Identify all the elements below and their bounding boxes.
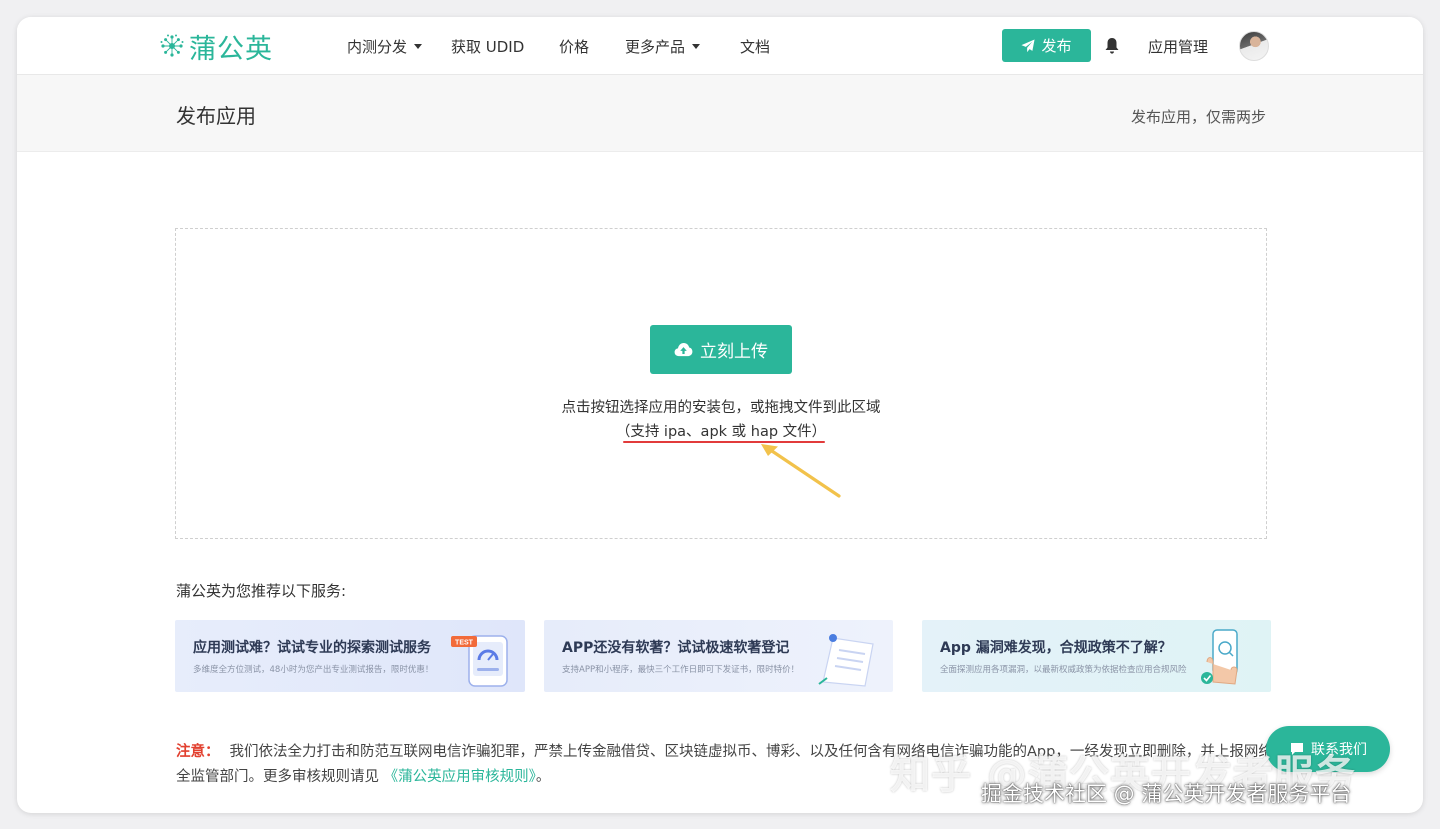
app-window: 蒲公英 内测分发 获取 UDID 价格 更多产品 文档 发布 应用管理 发布应用… [17, 17, 1423, 813]
cloud-upload-icon [674, 342, 693, 357]
nav-item-pricing[interactable]: 价格 [559, 36, 589, 57]
brand-logo[interactable]: 蒲公英 [159, 27, 273, 65]
page-title: 发布应用 [176, 104, 256, 128]
upload-hint: 点击按钮选择应用的安装包，或拖拽文件到此区域 [561, 400, 881, 416]
test-badge: TEST [455, 640, 474, 647]
brand-name: 蒲公英 [189, 33, 273, 65]
juejin-watermark: 掘金技术社区 @ 蒲公英开发者服务平台 [981, 782, 1352, 806]
notice-label: 注意： [176, 744, 220, 760]
nav-item-beta-distribution[interactable]: 内测分发 [347, 36, 423, 57]
nav-label: 文档 [740, 38, 771, 56]
phone-scan-illustration [1201, 629, 1238, 685]
top-navbar: 蒲公英 内测分发 获取 UDID 价格 更多产品 文档 发布 应用管理 [17, 17, 1423, 75]
publish-label: 发布 [1041, 37, 1072, 55]
service-card-desc: 多维度全方位测试，48小时为您产出专业测试报告，限时优惠！ [193, 665, 434, 675]
bell-icon[interactable] [1104, 37, 1120, 55]
service-card-title: APP还没有软著？试试极速软著登记 [562, 640, 790, 656]
nav-label: 内测分发 [347, 38, 408, 56]
dandelion-icon [160, 34, 184, 57]
service-card-desc: 支持APP和小程序，最快三个工作日即可下发证书，限时特价！ [562, 665, 800, 675]
app-management-link[interactable]: 应用管理 [1148, 36, 1208, 57]
nav-label: 更多产品 [625, 38, 686, 56]
nav-label: 获取 UDID [451, 38, 525, 56]
service-card-title: 应用测试难？试试专业的探索测试服务 [193, 640, 431, 656]
service-card-title: App 漏洞难发现，合规政策不了解？ [940, 640, 1172, 656]
review-rules-link[interactable]: 《蒲公英应用审核规则》 [384, 769, 536, 785]
page-subtitle: 发布应用，仅需两步 [1130, 108, 1266, 126]
upload-dropzone[interactable]: 立刻上传 点击按钮选择应用的安装包，或拖拽文件到此区域 （支持 ipa、apk … [175, 228, 1267, 539]
upload-button[interactable]: 立刻上传 [650, 325, 792, 374]
nav-label: 价格 [559, 38, 590, 56]
notice-end: 。 [535, 769, 551, 785]
services-heading: 蒲公英为您推荐以下服务: [176, 582, 347, 600]
upload-button-label: 立刻上传 [700, 342, 768, 362]
arrow-annotation [761, 444, 841, 498]
service-card-exploratory-testing[interactable]: 应用测试难？试试专业的探索测试服务 多维度全方位测试，48小时为您产出专业测试报… [175, 620, 525, 692]
test-report-illustration: TEST [451, 635, 508, 687]
caret-down-icon [692, 44, 701, 49]
nav-item-docs[interactable]: 文档 [740, 36, 770, 57]
service-card-security-compliance[interactable]: App 漏洞难发现，合规政策不了解？ 全面探测应用各项漏洞，以最新权威政策为依据… [922, 620, 1271, 692]
publish-button[interactable]: 发布 [1002, 29, 1091, 62]
nav-item-get-udid[interactable]: 获取 UDID [451, 36, 524, 57]
caret-down-icon [414, 44, 423, 49]
service-card-desc: 全面探测应用各项漏洞，以最新权威政策为依据检查应用合规风险 [940, 665, 1187, 675]
certificate-illustration [818, 634, 874, 687]
supported-formats: （支持 ipa、apk 或 hap 文件） [615, 424, 827, 440]
nav-item-more-products[interactable]: 更多产品 [625, 36, 701, 57]
service-card-software-copyright[interactable]: APP还没有软著？试试极速软著登记 支持APP和小程序，最快三个工作日即可下发证… [544, 620, 893, 692]
paper-plane-icon [1021, 38, 1036, 52]
page-header: 发布应用 发布应用，仅需两步 [17, 75, 1423, 152]
user-avatar[interactable] [1239, 31, 1269, 61]
